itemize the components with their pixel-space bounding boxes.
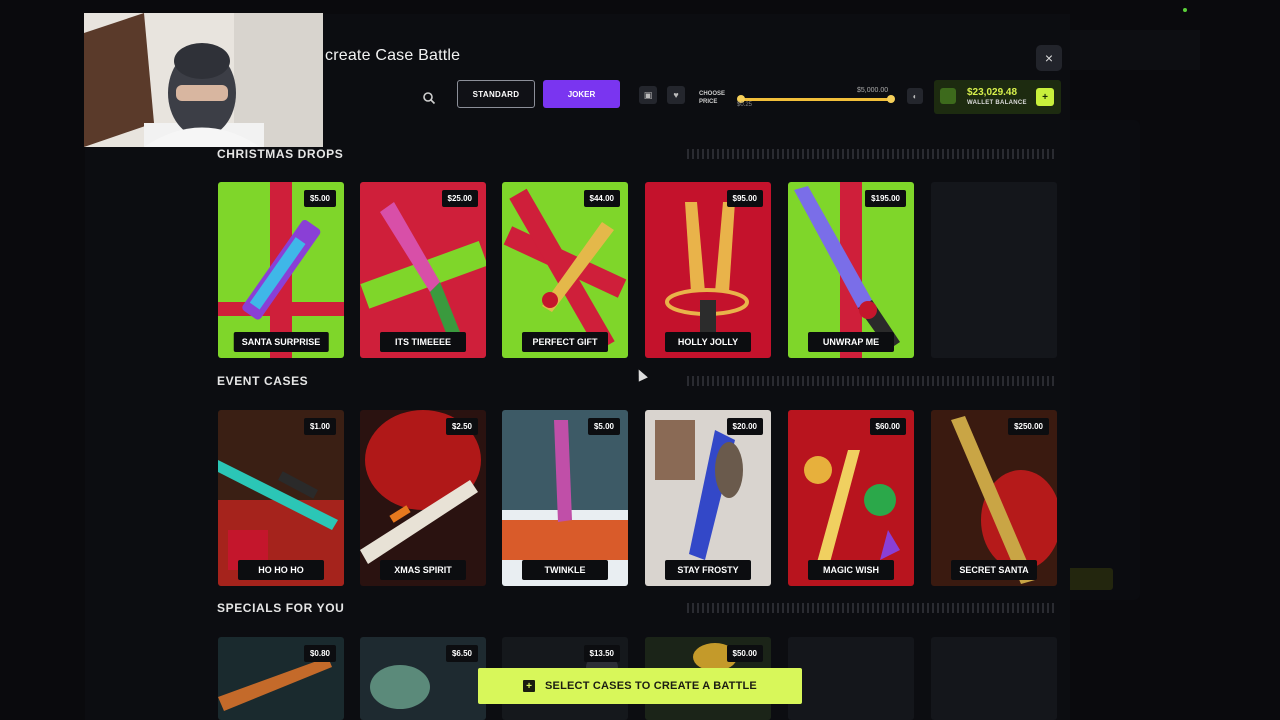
case-card-its-timeeee[interactable]: $25.00 ITS TIMEEEE — [360, 182, 486, 358]
price-range-slider[interactable] — [737, 95, 895, 103]
plus-icon: + — [523, 680, 536, 692]
price-max-label: $5,000.00 — [857, 87, 889, 94]
section-title-event-cases: EVENT CASES — [217, 374, 309, 388]
case-price: $1.00 — [303, 418, 336, 435]
case-name: HOLLY JOLLY — [665, 332, 751, 352]
wallet-filter-icon[interactable]: ▣ — [639, 86, 657, 104]
case-card-xmas-spirit[interactable]: $2.50 XMAS SPIRIT — [360, 410, 486, 586]
slider-fill — [741, 98, 891, 101]
case-name: ITS TIMEEEE — [380, 332, 466, 352]
case-price: $50.00 — [726, 645, 763, 662]
price-min-label: $0.25 — [737, 102, 753, 108]
case-name: HO HO HO — [238, 560, 324, 580]
create-battle-label: SELECT CASES TO CREATE A BATTLE — [545, 680, 757, 692]
case-price: $250.00 — [1008, 418, 1049, 435]
webcam-feed — [84, 13, 323, 147]
case-card-ho-ho-ho[interactable]: $1.00 HO HO HO — [218, 410, 344, 586]
choose-price-label: CHOOSE PRICE — [699, 90, 725, 106]
modal-title: create Case Battle — [325, 47, 461, 64]
case-name: TWINKLE — [522, 560, 608, 580]
case-card-perfect-gift[interactable]: $44.00 PERFECT GIFT — [502, 182, 628, 358]
case-card-stay-frosty[interactable]: $20.00 STAY FROSTY — [645, 410, 771, 586]
case-price: $60.00 — [869, 418, 906, 435]
case-price: $2.50 — [445, 418, 478, 435]
wallet-balance: $23,029.48 WALLET BALANCE + — [934, 80, 1061, 114]
case-price: $195.00 — [865, 190, 906, 207]
wallet-amount: $23,029.48 — [967, 87, 1018, 98]
wallet-icon — [940, 88, 956, 104]
case-card-special[interactable]: $0.80 — [218, 637, 344, 720]
case-name: SECRET SANTA — [951, 560, 1037, 580]
case-name: SANTA SURPRISE — [233, 332, 329, 352]
slider-max-handle[interactable] — [887, 95, 895, 103]
case-name: XMAS SPIRIT — [380, 560, 466, 580]
create-battle-button[interactable]: + SELECT CASES TO CREATE A BATTLE — [478, 668, 802, 704]
empty-case-slot — [931, 182, 1057, 358]
heart-icon[interactable]: ♥ — [667, 86, 685, 104]
case-price: $5.00 — [303, 190, 336, 207]
section-divider — [687, 603, 1057, 613]
choose-price-line: PRICE — [699, 99, 718, 105]
case-card-unwrap-me[interactable]: $195.00 UNWRAP ME — [788, 182, 914, 358]
case-price: $6.50 — [445, 645, 478, 662]
case-card-santa-surprise[interactable]: $5.00 SANTA SURPRISE — [218, 182, 344, 358]
case-price: $20.00 — [726, 418, 763, 435]
case-price: $95.00 — [726, 190, 763, 207]
status-dot — [1183, 8, 1187, 12]
search-icon[interactable] — [422, 91, 436, 105]
empty-case-slot — [931, 637, 1057, 720]
close-button[interactable]: × — [1036, 45, 1062, 71]
section-divider — [687, 376, 1057, 386]
case-name: PERFECT GIFT — [522, 332, 608, 352]
empty-case-slot — [788, 637, 914, 720]
case-name: UNWRAP ME — [808, 332, 894, 352]
case-card-holly-jolly[interactable]: $95.00 HOLLY JOLLY — [645, 182, 771, 358]
case-price: $5.00 — [587, 418, 620, 435]
case-name: MAGIC WISH — [808, 560, 894, 580]
section-title-specials-for-you: SPECIALS FOR YOU — [217, 601, 345, 615]
case-card-magic-wish[interactable]: $60.00 MAGIC WISH — [788, 410, 914, 586]
case-price: $0.80 — [303, 645, 336, 662]
case-price: $13.50 — [583, 645, 620, 662]
price-settings-icon[interactable]: ◐ — [907, 88, 923, 104]
mode-joker-button[interactable]: JOKER — [543, 80, 620, 108]
case-name: STAY FROSTY — [665, 560, 751, 580]
section-divider — [687, 149, 1057, 159]
case-card-twinkle[interactable]: $5.00 TWINKLE — [502, 410, 628, 586]
section-title-christmas-drops: CHRISTMAS DROPS — [217, 147, 344, 161]
choose-price-line: CHOOSE — [699, 91, 726, 97]
case-card-secret-santa[interactable]: $250.00 SECRET SANTA — [931, 410, 1057, 586]
case-price: $44.00 — [583, 190, 620, 207]
webcam-overlay — [84, 13, 323, 147]
wallet-label: WALLET BALANCE — [967, 100, 1027, 106]
case-price: $25.00 — [441, 190, 478, 207]
wallet-deposit-button[interactable]: + — [1036, 88, 1054, 106]
mode-standard-button[interactable]: STANDARD — [457, 80, 535, 108]
case-card-special[interactable]: $6.50 — [360, 637, 486, 720]
